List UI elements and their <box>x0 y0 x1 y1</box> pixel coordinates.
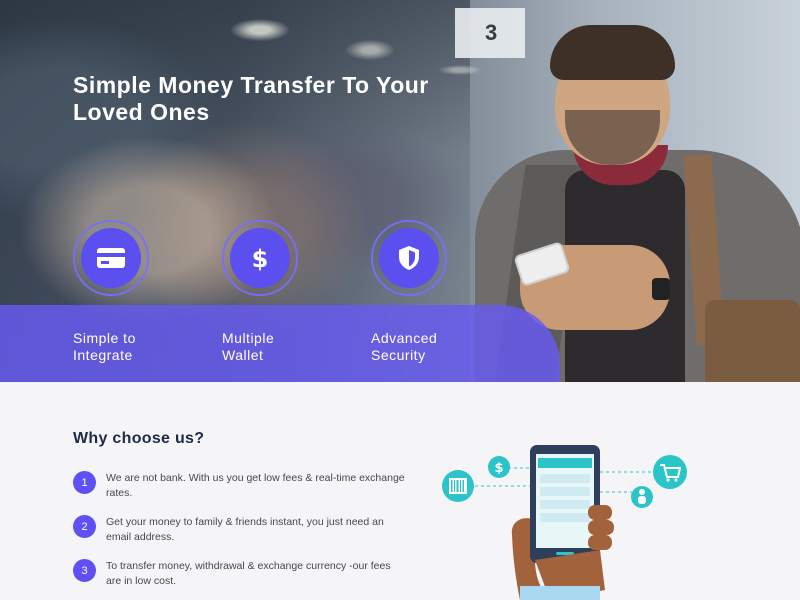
barcode-icon <box>442 470 474 502</box>
reason-number-badge: 3 <box>73 559 96 582</box>
feature-multiple-wallet-badge[interactable]: $ <box>222 220 298 296</box>
shopping-cart-icon <box>653 455 687 489</box>
credit-card-icon <box>97 248 125 268</box>
dollar-coin-icon: $ <box>488 456 510 478</box>
reason-text: Get your money to family & friends insta… <box>106 516 384 543</box>
feature-multiple-wallet-label: Multiple Wallet <box>222 330 275 363</box>
feature-simple-integrate-badge[interactable] <box>73 220 149 296</box>
hero-title: Simple Money Transfer To Your Loved Ones <box>73 72 429 125</box>
reason-text: To transfer money, withdrawal & exchange… <box>106 560 391 587</box>
why-choose-us-heading: Why choose us? <box>73 430 205 447</box>
dollar-icon: $ <box>252 245 269 273</box>
feature-advanced-security-label: Advanced Security <box>371 330 438 363</box>
svg-text:$: $ <box>252 245 269 273</box>
phone-payment-illustration: $ <box>442 445 687 600</box>
reason-number-badge: 2 <box>73 515 96 538</box>
hero-section: 3 Simple Money Transfer To Your Loved On… <box>0 0 800 382</box>
feature-simple-integrate-label: Simple to Integrate <box>73 330 136 363</box>
reason-text: We are not bank. With us you get low fee… <box>106 472 405 499</box>
reason-number-badge: 1 <box>73 471 96 494</box>
feature-advanced-security-badge[interactable] <box>371 220 447 296</box>
svg-text:$: $ <box>494 461 503 476</box>
shield-icon <box>399 246 419 270</box>
person-icon <box>631 486 653 508</box>
